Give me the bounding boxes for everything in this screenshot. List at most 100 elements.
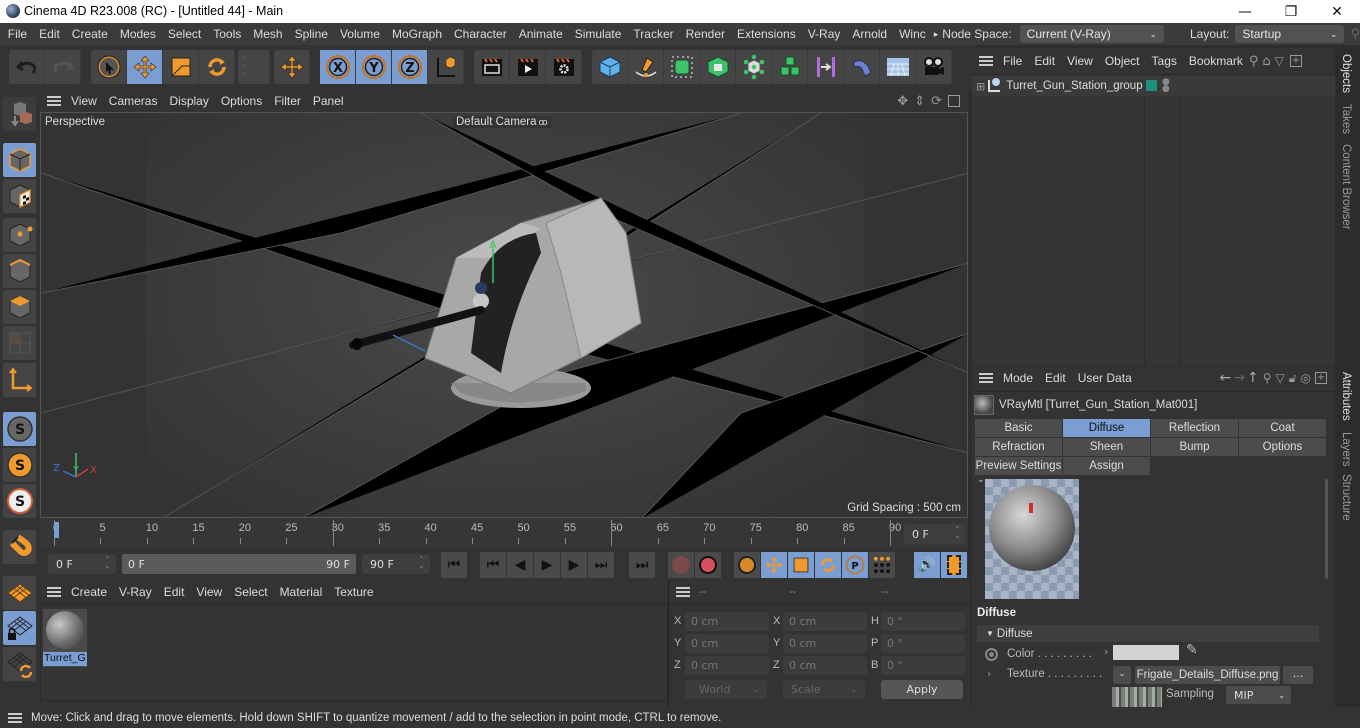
undo-button[interactable] [9,50,45,84]
keyframe-selection-button[interactable] [734,552,760,578]
magnet-button[interactable] [3,530,36,564]
material-menu-create[interactable]: Create [65,585,113,599]
material-menu-texture[interactable]: Texture [328,585,379,599]
record-button[interactable] [668,552,694,578]
viewport-menu-filter[interactable]: Filter [268,94,307,108]
attribute-menu-user-data[interactable]: User Data [1072,371,1138,385]
edges-mode-button[interactable] [3,254,36,288]
menu-arnold[interactable]: Arnold [846,27,893,41]
viewport-menu-panel[interactable]: Panel [307,94,350,108]
3d-viewport[interactable]: Perspective Default Camera ꝏ Y X Z Grid … [40,112,968,518]
attribute-tab-options[interactable]: Options [1239,438,1327,456]
play-button[interactable]: ▶ [534,552,560,578]
start-frame-field[interactable]: 0 F [48,554,116,574]
array-button[interactable] [772,50,808,84]
snap-workplane-button[interactable]: S [3,484,36,518]
node-space-dropdown[interactable]: Current (V-Ray) ⌄ [1019,25,1164,43]
menu-mesh[interactable]: Mesh [247,27,288,41]
attribute-tab-preview-settings[interactable]: Preview Settings [975,457,1063,475]
menu-volume[interactable]: Volume [334,27,386,41]
object-hamburger-icon[interactable] [979,56,993,66]
points-mode-button[interactable] [3,218,36,252]
menu-vray[interactable]: V-Ray [802,27,847,41]
timeline-ruler[interactable]: 051015202530354045505560657075808590 0 F [40,518,968,548]
go-to-start-button[interactable]: ⏮ [441,552,467,578]
viewport-menu-options[interactable]: Options [215,94,268,108]
texture-file-button[interactable]: Frigate_Details_Diffuse.png [1135,666,1280,684]
side-tab-attributes[interactable]: Attributes [1340,372,1352,421]
menu-select[interactable]: Select [162,27,207,41]
polygons-mode-button[interactable] [3,290,36,324]
locked-workplane-button[interactable] [3,611,36,645]
live-selection-button[interactable] [91,50,127,84]
timeline-playhead[interactable] [54,522,59,538]
material-hamburger-icon[interactable] [47,586,61,597]
coordinates-hamburger-icon[interactable] [676,587,690,597]
viewport-menu-display[interactable]: Display [163,94,214,108]
next-key-button[interactable]: ⏭ [588,552,614,578]
material-tag-icon[interactable] [1146,80,1157,91]
bend-deformer-button[interactable] [844,50,880,84]
material-menu-select[interactable]: Select [228,585,273,599]
position-z-field[interactable]: 0 cm [685,656,769,675]
model-mode-button[interactable] [3,143,36,177]
minimize-button[interactable]: — [1222,0,1268,23]
menu-create[interactable]: Create [66,27,114,41]
material-item[interactable]: Turret_G [43,609,87,667]
sampling-dropdown[interactable]: MIP ⌄ [1226,686,1291,704]
camera-label[interactable]: Default Camera ꝏ [453,116,551,128]
autokey-button[interactable] [695,552,721,578]
preview-collapse-icon[interactable]: ⌄ [977,476,985,485]
z-axis-lock-button[interactable]: Z [392,50,428,84]
material-menu-vray[interactable]: V-Ray [113,585,158,599]
grid-workplane-button[interactable] [3,576,36,610]
key-rotation-button[interactable] [815,552,841,578]
render-to-picture-viewer-button[interactable] [510,50,546,84]
object-menu-tags[interactable]: Tags [1146,54,1183,68]
viewport-hamburger-icon[interactable] [47,96,61,106]
cube-button[interactable] [592,50,628,84]
side-tab-structure[interactable]: Structure [1340,474,1352,521]
position-x-field[interactable]: 0 cm [685,612,769,631]
attribute-scrollbar[interactable] [1325,479,1328,579]
menu-tools[interactable]: Tools [207,27,247,41]
previous-frame-button[interactable]: ◀ [507,552,533,578]
menu-file[interactable]: File [2,27,33,41]
size-x-field[interactable]: 0 cm [783,612,867,631]
size-y-field[interactable]: 0 cm [783,634,867,653]
rotate-tool-button[interactable] [199,50,235,84]
transform-mode-dropdown[interactable]: Scale ⌄ [783,680,865,699]
attribute-tab-diffuse[interactable]: Diffuse [1063,419,1151,437]
pen-button[interactable] [628,50,664,84]
attribute-tab-basic[interactable]: Basic [975,419,1063,437]
menu-overflow-arrow-icon[interactable]: ▸ [932,29,941,40]
expand-toggle-icon[interactable]: ⊞ [976,80,985,93]
side-tab-takes[interactable]: Takes [1340,104,1352,134]
move-tool-button[interactable] [127,50,163,84]
key-parameter-button[interactable]: P [842,552,868,578]
size-z-field[interactable]: 0 cm [783,656,867,675]
visibility-dots-icon[interactable]: ● ● [1162,78,1170,94]
snap-enable-button[interactable]: S [3,412,36,446]
rotation-h-field[interactable]: 0 ° [881,612,965,631]
texture-browse-button[interactable]: ... [1283,666,1313,684]
side-tab-layers[interactable]: Layers [1340,432,1352,467]
end-frame-field[interactable]: 90 F [362,554,430,574]
close-button[interactable]: ✕ [1314,0,1360,23]
axis-mode-button[interactable] [3,363,36,397]
up-arrow-icon[interactable]: ↑ [1247,370,1259,386]
key-pla-button[interactable] [869,552,895,578]
attribute-hamburger-icon[interactable] [979,373,993,383]
recent-tool-button[interactable] [274,50,310,84]
object-menu-object[interactable]: Object [1099,54,1146,68]
attribute-tab-reflection[interactable]: Reflection [1151,419,1239,437]
search-icon[interactable]: ⚲ [1263,371,1272,385]
filter-icon[interactable]: ▽ [1275,54,1284,68]
workplane-reset-button[interactable] [3,647,36,681]
side-tab-objects[interactable]: Objects [1340,54,1352,93]
search-icon[interactable]: ⚲ [1350,27,1360,42]
attribute-tab-bump[interactable]: Bump [1151,438,1239,456]
back-arrow-icon[interactable]: ← [1220,370,1232,386]
menu-extensions[interactable]: Extensions [731,27,802,41]
search-icon[interactable]: ⚲ [1249,54,1259,69]
